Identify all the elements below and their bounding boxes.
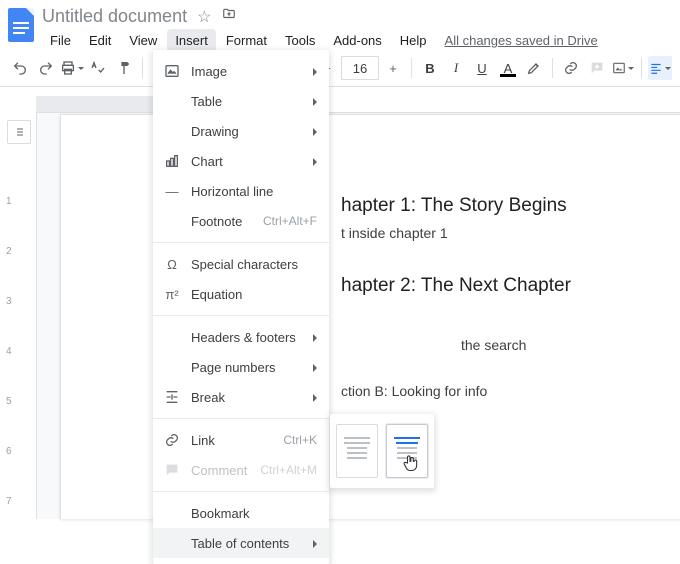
heading: hapter 1: The Story Begins [341,195,680,217]
undo-button[interactable] [8,56,32,80]
vertical-ruler: 1 2 3 4 5 6 7 [0,96,37,519]
menu-format[interactable]: Format [218,29,275,52]
separator [153,491,329,492]
separator [552,58,553,78]
ruler-tick: 6 [6,446,12,457]
horizontal-ruler [36,96,680,113]
horizontal-line-icon: ― [163,184,181,199]
ruler-tick: 3 [6,296,12,307]
separator [153,418,329,419]
menu-item-drawing[interactable]: Drawing [153,116,329,146]
ruler-tick: 4 [6,346,12,357]
break-icon [163,389,181,405]
chart-icon [163,153,181,169]
menu-item-equation[interactable]: π²Equation [153,279,329,309]
body-text: t inside chapter 1 [341,225,680,241]
docs-logo[interactable] [8,6,34,42]
menu-item-hr[interactable]: ―Horizontal line [153,176,329,206]
doc-title[interactable]: Untitled document [42,6,187,27]
menu-item-break[interactable]: Break [153,382,329,412]
highlight-button[interactable] [522,56,546,80]
title-bar: Untitled document ☆ File Edit View Inser… [0,0,680,52]
separator [142,58,143,78]
print-button[interactable] [60,56,84,80]
toc-option-pagenumbers[interactable] [336,424,378,478]
menu-addons[interactable]: Add-ons [325,29,389,52]
menu-item-page-numbers[interactable]: Page numbers [153,352,329,382]
save-status[interactable]: All changes saved in Drive [445,33,598,48]
menu-item-headers[interactable]: Headers & footers [153,322,329,352]
font-size-input[interactable]: 16 [341,56,379,80]
menu-item-bookmark[interactable]: Bookmark [153,498,329,528]
menu-tools[interactable]: Tools [277,29,323,52]
menu-edit[interactable]: Edit [81,29,119,52]
link-icon [163,432,181,448]
menu-insert[interactable]: Insert [167,29,216,52]
menu-bar: File Edit View Insert Format Tools Add-o… [42,29,598,52]
insert-link-button[interactable] [559,56,583,80]
omega-icon: Ω [163,257,181,272]
pi-icon: π² [163,287,181,302]
comment-icon [163,462,181,478]
underline-button[interactable]: U [470,56,494,80]
text-color-button[interactable]: A [496,56,520,80]
menu-file[interactable]: File [42,29,79,52]
move-folder-icon[interactable] [221,7,237,26]
ruler-tick: 7 [6,496,12,507]
menu-item-link[interactable]: LinkCtrl+K [153,425,329,455]
body-text: the search [341,337,680,353]
star-icon[interactable]: ☆ [197,7,211,27]
menu-item-table[interactable]: Table [153,86,329,116]
add-comment-button[interactable] [585,56,609,80]
menu-item-chart[interactable]: Chart [153,146,329,176]
separator [153,242,329,243]
ruler-tick: 5 [6,396,12,407]
menu-item-toc[interactable]: Table of contents [153,528,329,558]
font-size-inc[interactable]: + [381,56,405,80]
separator [641,58,642,78]
menu-item-comment: CommentCtrl+Alt+M [153,455,329,485]
heading: hapter 2: The Next Chapter [341,275,680,297]
redo-button[interactable] [34,56,58,80]
separator [153,315,329,316]
toolbar: − 16 + B I U A [0,52,680,87]
menu-view[interactable]: View [121,29,165,52]
align-button[interactable] [648,56,672,80]
separator [411,58,412,78]
bold-button[interactable]: B [418,56,442,80]
ruler-tick: 1 [6,196,12,207]
toc-submenu [330,414,434,488]
insert-menu-dropdown: Image Table Drawing Chart ―Horizontal li… [153,50,329,564]
ruler-tick: 2 [6,246,12,257]
image-icon [163,63,181,79]
menu-item-image[interactable]: Image [153,56,329,86]
insert-image-button[interactable] [611,56,635,80]
toc-option-links[interactable] [386,424,428,478]
paint-format-button[interactable] [112,56,136,80]
body-text: ction B: Looking for info [341,383,680,399]
menu-item-footnote[interactable]: FootnoteCtrl+Alt+F [153,206,329,236]
menu-item-special-chars[interactable]: ΩSpecial characters [153,249,329,279]
italic-button[interactable]: I [444,56,468,80]
menu-help[interactable]: Help [392,29,435,52]
spellcheck-button[interactable] [86,56,110,80]
outline-toggle[interactable] [7,120,31,144]
